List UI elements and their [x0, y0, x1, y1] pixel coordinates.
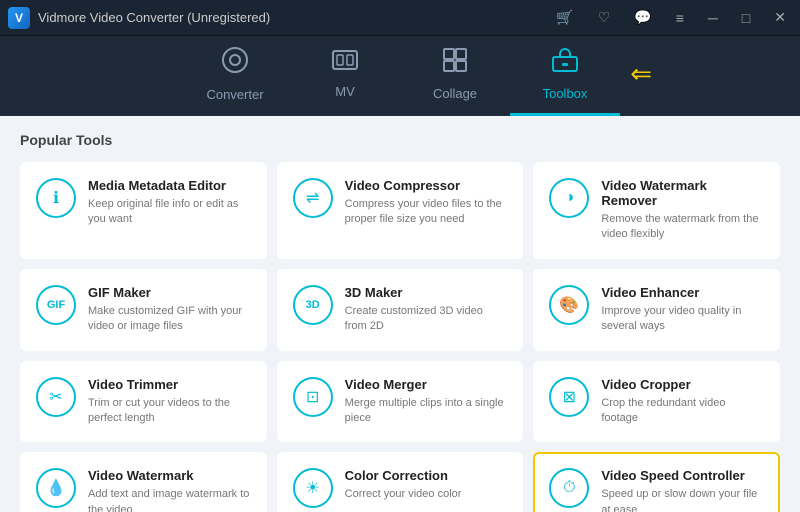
converter-icon: [221, 46, 249, 81]
video-trimmer-icon: ✂: [36, 377, 76, 417]
menu-icon[interactable]: ≡: [670, 8, 690, 28]
color-correction-icon: ☀: [293, 468, 333, 508]
nav-converter[interactable]: Converter: [180, 36, 290, 116]
nav-toolbox[interactable]: Toolbox ⇐: [510, 36, 620, 116]
title-bar-controls: 🛒 ♡ 💬 ≡ ─ □ ✕: [550, 7, 792, 28]
tool-desc-video-enhancer: Improve your video quality in several wa…: [601, 304, 764, 335]
cart-icon[interactable]: 🛒: [550, 7, 579, 28]
tool-name-3d-maker: 3D Maker: [345, 285, 508, 300]
tool-gif-maker[interactable]: GIF GIF Maker Make customized GIF with y…: [20, 269, 267, 351]
tool-video-enhancer[interactable]: 🎨 Video Enhancer Improve your video qual…: [533, 269, 780, 351]
tool-desc-video-merger: Merge multiple clips into a single piece: [345, 396, 508, 427]
tool-media-metadata-editor[interactable]: ℹ Media Metadata Editor Keep original fi…: [20, 162, 267, 259]
title-bar-left: V Vidmore Video Converter (Unregistered): [8, 7, 270, 29]
tool-3d-maker[interactable]: 3D 3D Maker Create customized 3D video f…: [277, 269, 524, 351]
tool-name-video-compressor: Video Compressor: [345, 178, 508, 193]
tool-desc-3d-maker: Create customized 3D video from 2D: [345, 304, 508, 335]
tool-desc-video-cropper: Crop the redundant video footage: [601, 396, 764, 427]
tool-name-gif-maker: GIF Maker: [88, 285, 251, 300]
tool-name-video-watermark-remover: Video Watermark Remover: [601, 178, 764, 208]
title-bar: V Vidmore Video Converter (Unregistered)…: [0, 0, 800, 36]
top-nav: Converter MV Collage: [0, 36, 800, 116]
tool-name-media-metadata-editor: Media Metadata Editor: [88, 178, 251, 193]
tool-video-speed-controller[interactable]: ⏱ Video Speed Controller Speed up or slo…: [533, 452, 780, 512]
close-icon[interactable]: ✕: [768, 7, 792, 28]
tool-desc-video-compressor: Compress your video files to the proper …: [345, 197, 508, 228]
video-compressor-icon: ⇌: [293, 178, 333, 218]
tool-desc-video-trimmer: Trim or cut your videos to the perfect l…: [88, 396, 251, 427]
tool-color-correction[interactable]: ☀ Color Correction Correct your video co…: [277, 452, 524, 512]
collage-icon: [442, 47, 468, 80]
tools-grid: ℹ Media Metadata Editor Keep original fi…: [20, 162, 780, 512]
3d-maker-icon: 3D: [293, 285, 333, 325]
section-title: Popular Tools: [20, 132, 780, 148]
tool-desc-video-watermark-remover: Remove the watermark from the video flex…: [601, 212, 764, 243]
tool-name-video-speed-controller: Video Speed Controller: [601, 468, 764, 483]
video-watermark-icon: 💧: [36, 468, 76, 508]
mv-icon: [331, 49, 359, 78]
tool-video-merger[interactable]: ⊡ Video Merger Merge multiple clips into…: [277, 361, 524, 443]
media-metadata-editor-icon: ℹ: [36, 178, 76, 218]
minimize-icon[interactable]: ─: [702, 8, 724, 28]
nav-toolbox-label: Toolbox: [543, 86, 588, 101]
tool-name-video-cropper: Video Cropper: [601, 377, 764, 392]
nav-mv-label: MV: [335, 84, 355, 99]
nav-collage-label: Collage: [433, 86, 477, 101]
tool-video-compressor[interactable]: ⇌ Video Compressor Compress your video f…: [277, 162, 524, 259]
tool-desc-gif-maker: Make customized GIF with your video or i…: [88, 304, 251, 335]
nav-mv[interactable]: MV: [290, 36, 400, 116]
nav-collage[interactable]: Collage: [400, 36, 510, 116]
app-logo: V: [8, 7, 30, 29]
tool-name-color-correction: Color Correction: [345, 468, 508, 483]
tool-name-video-merger: Video Merger: [345, 377, 508, 392]
tool-name-video-watermark: Video Watermark: [88, 468, 251, 483]
video-cropper-icon: ⊠: [549, 377, 589, 417]
tool-desc-video-speed-controller: Speed up or slow down your file at ease: [601, 487, 764, 512]
chat-icon[interactable]: 💬: [628, 7, 657, 28]
tool-video-watermark-remover[interactable]: ◑ Video Watermark Remover Remove the wat…: [533, 162, 780, 259]
video-enhancer-icon: 🎨: [549, 285, 589, 325]
nav-converter-label: Converter: [206, 87, 263, 102]
tool-video-cropper[interactable]: ⊠ Video Cropper Crop the redundant video…: [533, 361, 780, 443]
gif-maker-icon: GIF: [36, 285, 76, 325]
user-icon[interactable]: ♡: [592, 7, 617, 28]
tool-desc-video-watermark: Add text and image watermark to the vide…: [88, 487, 251, 512]
video-merger-icon: ⊡: [293, 377, 333, 417]
video-speed-controller-icon: ⏱: [549, 468, 589, 508]
main-content: Popular Tools ℹ Media Metadata Editor Ke…: [0, 116, 800, 512]
app-title: Vidmore Video Converter (Unregistered): [38, 10, 270, 25]
tool-name-video-enhancer: Video Enhancer: [601, 285, 764, 300]
video-watermark-remover-icon: ◑: [549, 178, 589, 218]
tool-desc-color-correction: Correct your video color: [345, 487, 508, 502]
tool-desc-media-metadata-editor: Keep original file info or edit as you w…: [88, 197, 251, 228]
toolbox-icon: [551, 47, 579, 80]
arrow-icon: ⇐: [630, 59, 652, 90]
tool-name-video-trimmer: Video Trimmer: [88, 377, 251, 392]
tool-video-watermark[interactable]: 💧 Video Watermark Add text and image wat…: [20, 452, 267, 512]
maximize-icon[interactable]: □: [736, 8, 756, 28]
tool-video-trimmer[interactable]: ✂ Video Trimmer Trim or cut your videos …: [20, 361, 267, 443]
